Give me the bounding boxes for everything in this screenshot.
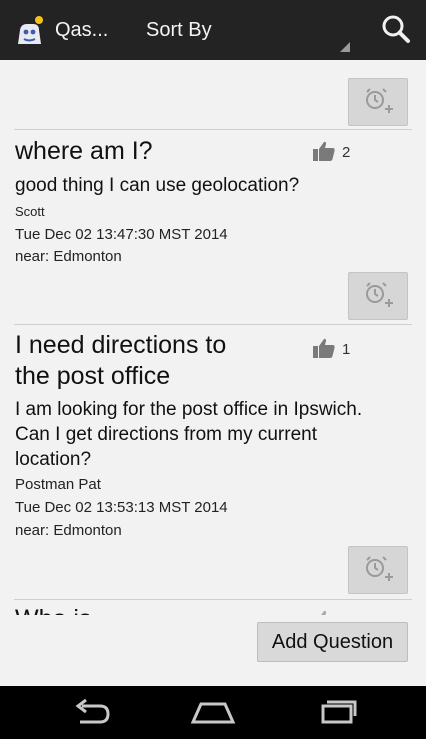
- add-alarm-icon: [366, 88, 393, 113]
- add-question-button[interactable]: Add Question: [257, 622, 408, 662]
- add-alarm-button[interactable]: [348, 272, 408, 320]
- divider: [14, 599, 412, 600]
- like-count: 1: [342, 341, 351, 358]
- question-location: near: Edmonton: [15, 522, 122, 539]
- question-title: where am I?: [15, 137, 153, 165]
- app-logo-icon[interactable]: [14, 14, 48, 48]
- home-button[interactable]: [183, 696, 243, 730]
- back-icon: [75, 698, 110, 724]
- question-title: I need directions to the post office: [15, 331, 227, 390]
- question-body: I am looking for the post office in Ipsw…: [15, 399, 363, 470]
- question-date: Tue Dec 02 13:47:30 MST 2014: [15, 226, 228, 243]
- divider: [14, 324, 412, 325]
- search-icon[interactable]: [376, 10, 416, 50]
- like-counter[interactable]: 1: [312, 337, 372, 361]
- question-author: Postman Pat: [15, 476, 101, 493]
- thumbs-up-icon: [313, 338, 335, 358]
- navigation-bar: [0, 686, 426, 739]
- recent-apps-icon: [321, 700, 357, 724]
- recent-apps-button[interactable]: [305, 696, 365, 730]
- question-body: good thing I can use geolocation?: [15, 175, 300, 196]
- sort-by-dropdown[interactable]: Sort By: [146, 0, 354, 60]
- back-button[interactable]: [62, 696, 122, 730]
- sort-by-label: Sort By: [146, 19, 212, 41]
- question-location: near: Edmonton: [15, 248, 122, 265]
- question-author: Scott: [15, 204, 45, 219]
- divider: [14, 129, 412, 130]
- screen: Qas... Sort By where am I? 2 good thing …: [0, 0, 426, 739]
- add-alarm-icon: [366, 556, 393, 581]
- question-date: Tue Dec 02 13:53:13 MST 2014: [15, 499, 228, 516]
- add-alarm-button[interactable]: [348, 546, 408, 594]
- like-counter[interactable]: 2: [312, 140, 372, 164]
- like-count: 2: [342, 144, 351, 161]
- home-icon: [190, 702, 236, 724]
- dropdown-caret-icon: [340, 42, 350, 52]
- app-title[interactable]: Qas...: [55, 19, 108, 42]
- thumbs-up-icon: [313, 141, 335, 161]
- add-alarm-icon: [366, 282, 393, 307]
- action-bar: Qas... Sort By: [0, 0, 426, 60]
- add-alarm-button[interactable]: [348, 78, 408, 126]
- question-list[interactable]: where am I? 2 good thing I can use geolo…: [0, 60, 426, 686]
